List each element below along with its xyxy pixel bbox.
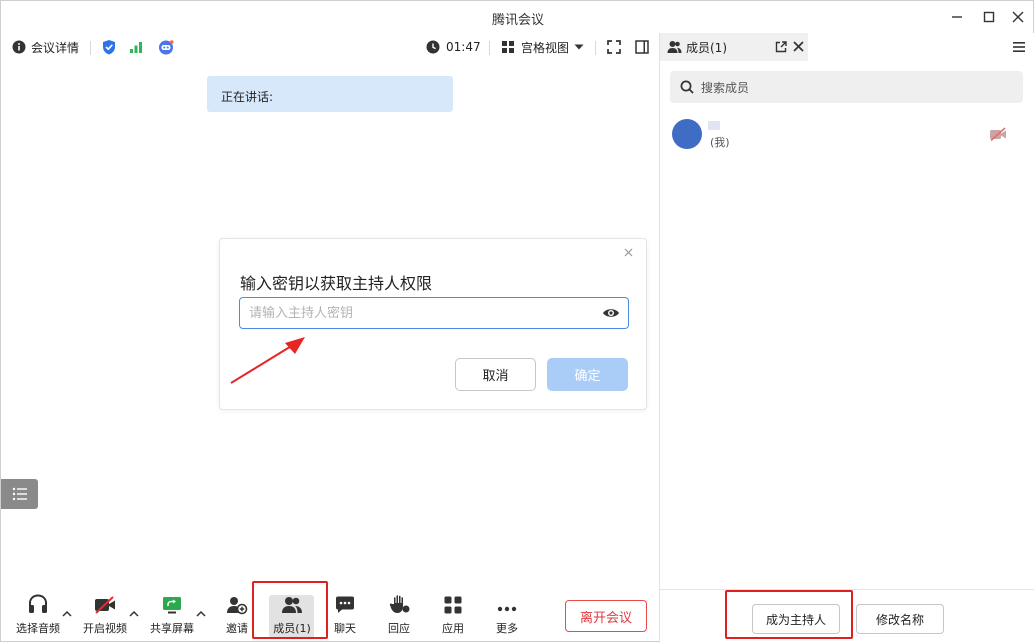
- members-tab-icon: [667, 41, 682, 53]
- speaking-indicator: 正在讲话:: [207, 76, 453, 112]
- member-name-redacted: [708, 121, 720, 130]
- camera-off-icon: [990, 127, 1006, 142]
- popout-icon[interactable]: [775, 41, 787, 53]
- bot-icon[interactable]: [157, 33, 175, 61]
- apps-icon: [443, 589, 463, 615]
- chat-icon: [334, 589, 356, 615]
- signal-icon[interactable]: [129, 33, 143, 61]
- meeting-details-label: 会议详情: [31, 40, 80, 55]
- sidebar-icon[interactable]: [635, 33, 649, 61]
- host-key-input[interactable]: [239, 297, 629, 329]
- bottom-toolbar: 选择音频 开启视频 共享屏幕 邀请 成员(1) 聊天 回应 应用 更多: [1, 589, 659, 643]
- info-icon: [12, 40, 26, 54]
- video-off-icon: [93, 589, 117, 615]
- video-button[interactable]: 开启视频: [80, 589, 130, 639]
- headset-icon: [27, 589, 49, 615]
- menu-icon[interactable]: [1013, 41, 1025, 53]
- divider: [489, 41, 490, 55]
- meeting-details-button[interactable]: 会议详情: [12, 33, 79, 61]
- shield-icon[interactable]: [102, 33, 116, 61]
- video-caret-icon[interactable]: [128, 609, 140, 619]
- grid-icon: [502, 41, 514, 53]
- share-screen-icon: [161, 589, 183, 615]
- speaking-label: 正在讲话:: [221, 90, 274, 104]
- title-bar: 腾讯会议: [1, 1, 1034, 33]
- members-panel: 成员(1) 搜索成员 (我) 成为主持人 修改名称: [659, 33, 1034, 643]
- meeting-toolbar: 会议详情 01:47 宫格视图: [1, 33, 659, 61]
- cancel-button[interactable]: 取消: [455, 358, 536, 391]
- timer-value: 01:47: [446, 40, 481, 54]
- react-label: 回应: [388, 622, 410, 635]
- video-label: 开启视频: [83, 622, 127, 635]
- apps-button[interactable]: 应用: [435, 589, 471, 639]
- eye-icon[interactable]: [602, 305, 622, 321]
- annotation-highlight-become-host: [725, 590, 853, 639]
- share-screen-button[interactable]: 共享屏幕: [147, 589, 197, 639]
- close-icon[interactable]: [1005, 5, 1031, 29]
- dialog-close-icon[interactable]: [619, 243, 637, 261]
- avatar: [672, 119, 702, 149]
- invite-label: 邀请: [226, 622, 248, 635]
- divider: [595, 41, 596, 55]
- view-mode-label: 宫格视图: [521, 40, 570, 55]
- audio-label: 选择音频: [16, 622, 60, 635]
- react-button[interactable]: 回应: [381, 589, 417, 639]
- tab-members[interactable]: 成员(1): [660, 33, 808, 61]
- caret-down-icon: [574, 44, 584, 50]
- more-button[interactable]: 更多: [489, 589, 525, 639]
- meeting-timer[interactable]: 01:47: [426, 33, 481, 61]
- fullscreen-icon[interactable]: [607, 33, 621, 61]
- members-panel-header: 成员(1): [660, 33, 1034, 61]
- members-tab-label: 成员(1): [686, 41, 727, 55]
- member-search-input[interactable]: 搜索成员: [670, 71, 1023, 103]
- tencent-meeting-window: 腾讯会议 会议详情 01:47 宫格视图 正在讲话: 输入密钥以获取主持人权限 …: [0, 0, 1034, 643]
- clock-icon: [426, 40, 440, 54]
- annotation-highlight-members: [252, 581, 328, 639]
- maximize-icon[interactable]: [976, 5, 1002, 29]
- share-screen-label: 共享屏幕: [150, 622, 194, 635]
- list-icon[interactable]: [1, 479, 38, 509]
- dialog-title: 输入密钥以获取主持人权限: [240, 274, 433, 293]
- member-self-tag: (我): [710, 136, 730, 149]
- audio-caret-icon[interactable]: [61, 609, 73, 619]
- view-mode-dropdown[interactable]: 宫格视图: [501, 33, 584, 61]
- hand-icon: [388, 589, 410, 615]
- audio-button[interactable]: 选择音频: [13, 589, 63, 639]
- invite-icon: [226, 589, 248, 615]
- more-icon: [496, 589, 518, 615]
- chat-button[interactable]: 聊天: [327, 589, 363, 639]
- divider: [90, 41, 91, 55]
- minimize-icon[interactable]: [944, 5, 970, 29]
- apps-label: 应用: [442, 622, 464, 635]
- share-caret-icon[interactable]: [195, 609, 207, 619]
- search-icon: [680, 80, 694, 94]
- more-label: 更多: [496, 622, 518, 635]
- leave-meeting-button[interactable]: 离开会议: [565, 600, 647, 632]
- annotation-arrow: [230, 337, 305, 384]
- chat-label: 聊天: [334, 622, 356, 635]
- invite-button[interactable]: 邀请: [219, 589, 255, 639]
- panel-close-icon[interactable]: [793, 41, 804, 52]
- window-title: 腾讯会议: [491, 13, 544, 28]
- confirm-button[interactable]: 确定: [547, 358, 628, 391]
- member-list-item[interactable]: (我): [672, 119, 1022, 149]
- member-search-placeholder: 搜索成员: [701, 81, 750, 95]
- rename-button[interactable]: 修改名称: [856, 604, 944, 634]
